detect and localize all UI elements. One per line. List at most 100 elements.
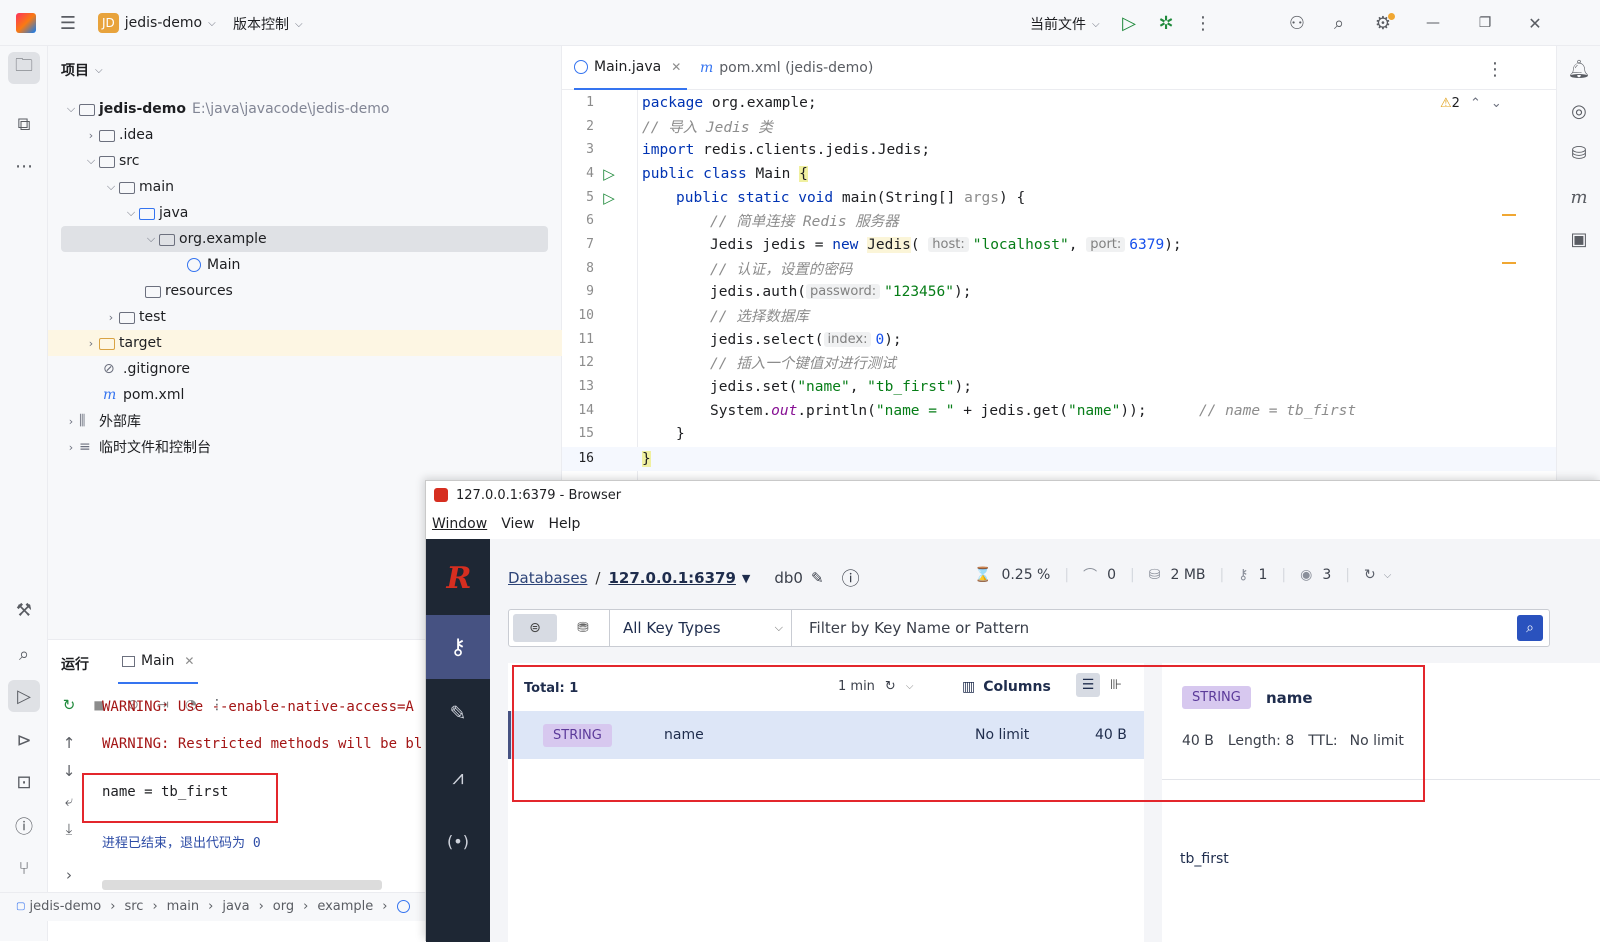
search-icon[interactable]: ⌕: [1328, 12, 1350, 34]
tab-options-icon[interactable]: ⋮: [1484, 58, 1506, 80]
project-panel-header[interactable]: 项目 ⌵: [61, 60, 103, 80]
caret-down-icon[interactable]: ▼: [742, 572, 750, 585]
vector-search-icon[interactable]: ⛃: [563, 614, 603, 642]
previous-arrow-icon[interactable]: ⌃: [1470, 96, 1481, 111]
tab-main-java[interactable]: Main.java ✕: [574, 46, 688, 90]
run-icon[interactable]: ▷: [1118, 12, 1140, 34]
git-icon[interactable]: ⑂: [8, 852, 40, 884]
run-panel-icon[interactable]: ▷: [8, 680, 40, 712]
crumb[interactable]: jedis-demo: [29, 899, 101, 914]
code-line-5[interactable]: public static void main(String[] args) {: [676, 186, 1025, 210]
code-line-2[interactable]: // 导入 Jedis 类: [642, 115, 773, 139]
databases-link[interactable]: Databases: [508, 569, 587, 587]
tree-item-java[interactable]: ⌵ java: [123, 200, 189, 226]
analysis-icon[interactable]: ⩘: [426, 745, 490, 809]
tab-pom-xml[interactable]: m pom.xml (jedis-demo): [700, 46, 873, 90]
code-line-8[interactable]: // 认证，设置的密码: [710, 257, 852, 281]
inspection-widget[interactable]: ⚠ 2 ⌃ ⌄: [1440, 96, 1502, 111]
tree-item-pom[interactable]: m pom.xml: [103, 382, 184, 408]
maven-icon[interactable]: m: [1563, 182, 1595, 212]
crumb[interactable]: org: [273, 899, 294, 914]
minimize-icon[interactable]: —: [1420, 12, 1446, 34]
code-line-12[interactable]: // 插入一个键值对进行测试: [710, 351, 896, 375]
tree-item-resources[interactable]: resources: [145, 278, 233, 304]
code-line-3[interactable]: import redis.clients.jedis.Jedis;: [642, 138, 930, 162]
code-line-1[interactable]: package org.example;: [642, 91, 817, 115]
search-icon[interactable]: ⌕: [1517, 615, 1543, 641]
horizontal-scrollbar[interactable]: [102, 880, 382, 890]
code-line-11[interactable]: jedis.select(index: 0);: [710, 328, 902, 352]
info-icon[interactable]: ⓘ: [842, 565, 860, 591]
notifications-icon[interactable]: 🔔︎: [1563, 54, 1595, 84]
remote-icon[interactable]: ▣: [1563, 224, 1595, 254]
scroll-to-end-icon[interactable]: ⤓: [56, 818, 82, 840]
tree-item-test[interactable]: › test: [103, 304, 166, 330]
run-tab-main[interactable]: Main ✕: [118, 640, 199, 684]
debug-icon[interactable]: ✲: [1155, 12, 1177, 34]
database-icon[interactable]: ⛁: [1563, 138, 1595, 168]
tree-item-main[interactable]: ⌵ main: [103, 174, 174, 200]
code-line-15[interactable]: }: [676, 422, 685, 446]
more-tools-icon[interactable]: ⋯: [8, 150, 40, 182]
close-icon[interactable]: ✕: [1522, 12, 1548, 34]
terminal-icon[interactable]: ⊡: [8, 766, 40, 798]
next-arrow-icon[interactable]: ⌄: [1491, 96, 1502, 111]
rerun-icon[interactable]: ↻: [58, 694, 80, 716]
run-gutter-icon[interactable]: ▷: [600, 188, 618, 208]
tree-item-src[interactable]: ⌵ src: [83, 148, 140, 174]
run-gutter-icon[interactable]: ▷: [600, 164, 618, 184]
crumb[interactable]: src: [124, 899, 143, 914]
edit-pencil-icon[interactable]: ✎: [811, 569, 824, 587]
refresh-icon[interactable]: ↻: [1364, 567, 1376, 583]
crumb[interactable]: java: [222, 899, 249, 914]
filter-mode-icon[interactable]: ⊜: [513, 614, 557, 642]
code-line-4[interactable]: public class Main {: [642, 162, 808, 186]
problems-icon[interactable]: ⓘ: [8, 810, 40, 842]
code-line-7[interactable]: Jedis jedis = new Jedis( host: "localhost…: [710, 233, 1182, 257]
services-icon[interactable]: ⊳: [8, 724, 40, 756]
run-config-selector[interactable]: 当前文件 ⌵: [1030, 13, 1100, 35]
project-folder-icon[interactable]: 🗀: [8, 52, 40, 84]
tree-item-target[interactable]: › target: [83, 330, 162, 356]
crumb[interactable]: main: [167, 899, 199, 914]
code-line-14[interactable]: System. out .println("name = " + jedis.get…: [710, 399, 1356, 423]
tree-item-external-libs[interactable]: › ⫼ 外部库: [63, 408, 141, 434]
tree-item-jedis-demo[interactable]: ⌵ jedis-demo E:\java\javacode\jedis-demo: [63, 96, 390, 122]
browser-key-icon[interactable]: ⚷: [426, 615, 490, 679]
menu-window[interactable]: Window: [432, 516, 487, 532]
code-line-9[interactable]: jedis.auth(password: "123456");: [710, 280, 971, 304]
build-hammer-icon[interactable]: ⚒: [8, 594, 40, 626]
key-filter-input[interactable]: Filter by Key Name or Pattern: [809, 610, 1029, 646]
detail-value[interactable]: tb_first: [1180, 851, 1229, 867]
ai-assistant-icon[interactable]: ◎: [1563, 96, 1595, 126]
code-line-10[interactable]: // 选择数据库: [710, 304, 809, 328]
find-icon[interactable]: ⌕: [8, 638, 40, 670]
tree-item-main-class[interactable]: Main: [187, 252, 240, 278]
key-type-select[interactable]: All Key Types ⌵: [623, 610, 783, 646]
menu-view[interactable]: View: [501, 516, 534, 532]
restore-icon[interactable]: ❐: [1472, 12, 1498, 34]
vcs-menu[interactable]: 版本控制 ⌵: [233, 13, 303, 35]
soft-wrap-icon[interactable]: ⤶: [56, 790, 82, 812]
add-user-icon[interactable]: ⚇: [1286, 12, 1308, 34]
menu-help[interactable]: Help: [548, 516, 580, 532]
tree-item-idea[interactable]: › .idea: [83, 122, 154, 148]
hamburger-menu-icon[interactable]: ☰: [56, 12, 80, 34]
expand-icon[interactable]: ›: [56, 864, 82, 886]
crumb[interactable]: example: [317, 899, 373, 914]
code-line-13[interactable]: jedis.set("name", "tb_first");: [710, 375, 972, 399]
host-link[interactable]: 127.0.0.1:6379: [608, 569, 735, 587]
code-line-16[interactable]: }: [642, 447, 651, 471]
tree-item-scratches[interactable]: › ≡ 临时文件和控制台: [63, 434, 211, 460]
pubsub-icon[interactable]: (•): [426, 809, 490, 873]
close-tab-icon[interactable]: ✕: [671, 60, 681, 74]
workbench-icon[interactable]: ✎: [426, 681, 490, 745]
redis-logo-icon[interactable]: R: [442, 561, 476, 596]
scroll-down-icon[interactable]: ↓: [56, 760, 82, 782]
tree-item-gitignore[interactable]: ⊘ .gitignore: [103, 356, 190, 382]
tree-item-org-example[interactable]: ⌵ org.example: [143, 226, 267, 252]
more-actions-icon[interactable]: ⋮: [1192, 12, 1214, 34]
intellij-logo-icon[interactable]: [16, 13, 36, 33]
code-line-6[interactable]: // 简单连接 Redis 服务器: [710, 209, 899, 233]
scroll-up-icon[interactable]: ↑: [56, 732, 82, 754]
